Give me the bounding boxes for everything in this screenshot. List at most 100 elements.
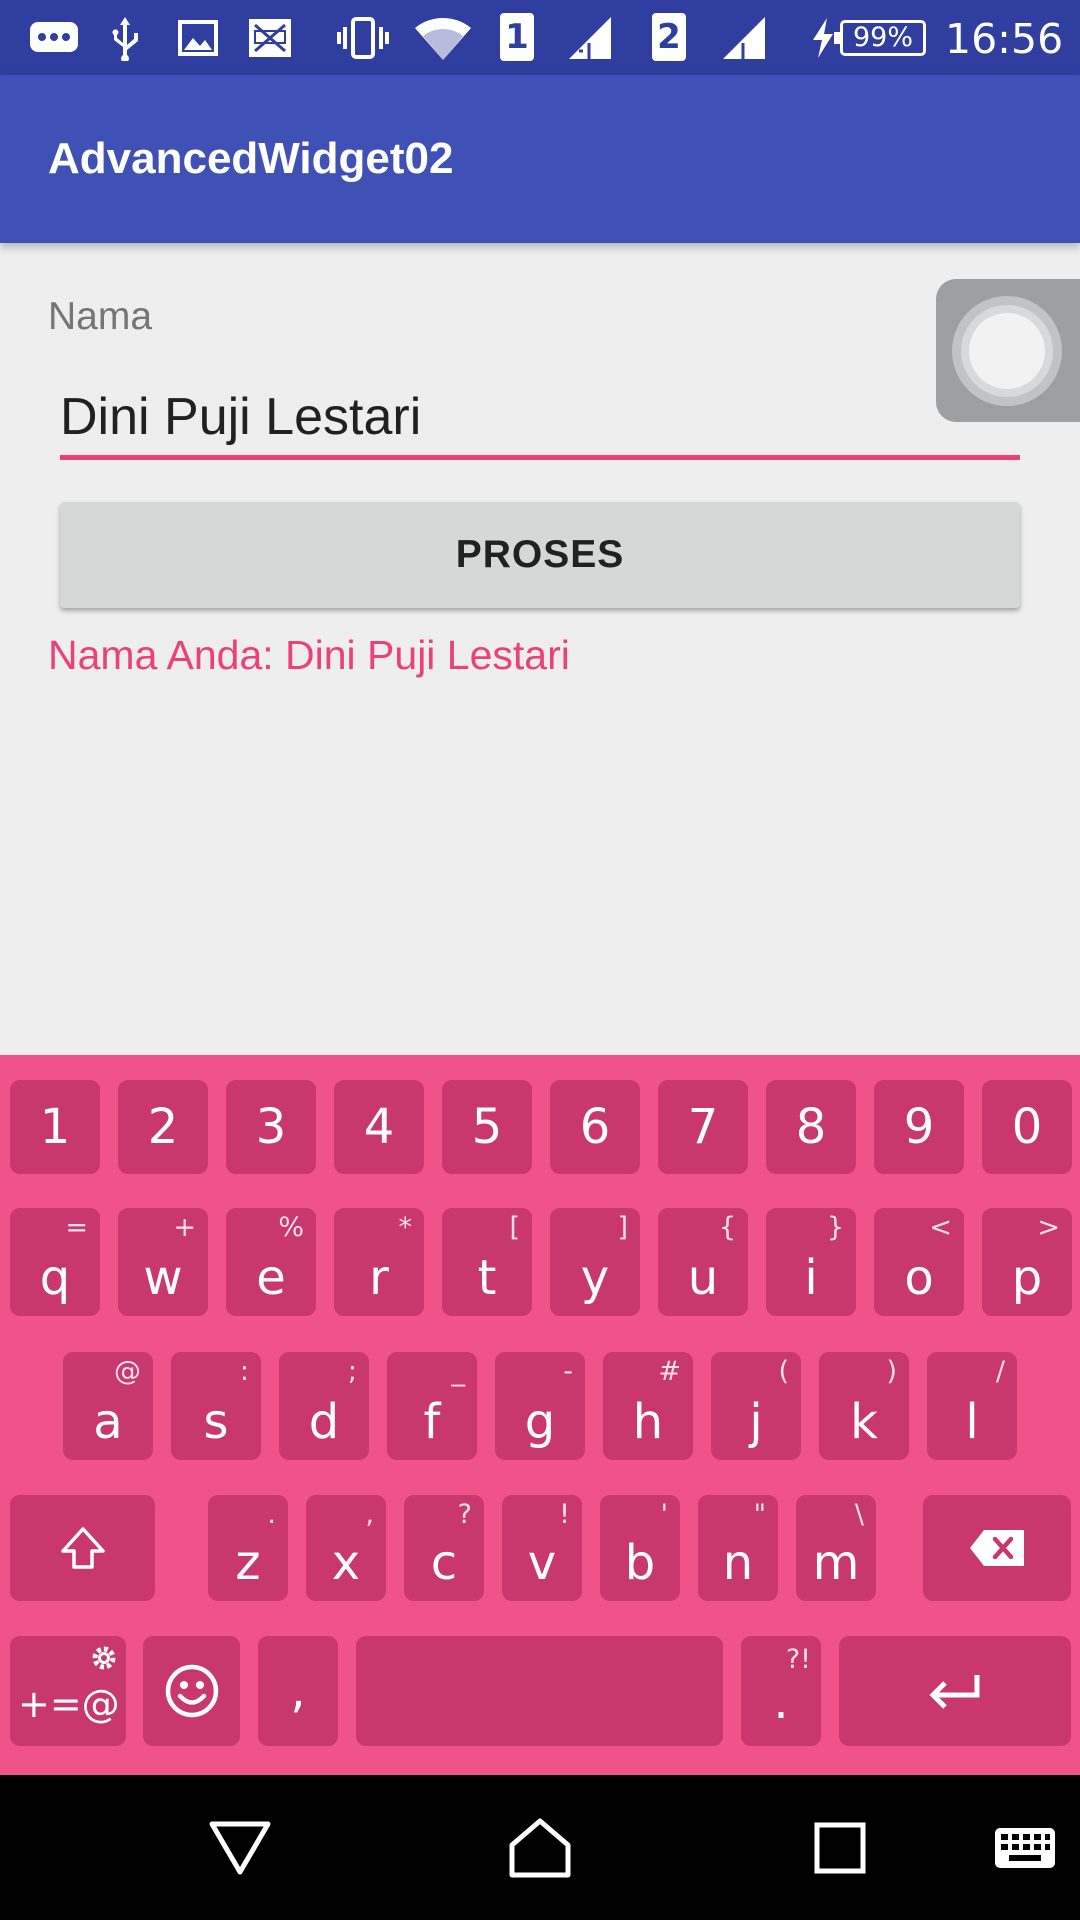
keyboard-switch-button[interactable]	[985, 1775, 1065, 1920]
period-key[interactable]: ?! .	[741, 1636, 821, 1746]
shift-icon	[60, 1527, 105, 1569]
clock: 16:56	[945, 15, 1064, 63]
navigation-bar	[0, 1775, 1080, 1920]
key-z[interactable]: .z	[208, 1495, 288, 1601]
key-9-label: 9	[903, 1099, 935, 1155]
keyboard-switch-icon	[995, 1827, 1055, 1868]
key-v[interactable]: ! v	[502, 1495, 582, 1601]
enter-key[interactable]	[839, 1636, 1071, 1746]
key-8-label: 8	[795, 1099, 827, 1155]
comma-key[interactable]: ,	[258, 1636, 338, 1746]
symbols-key-label: +=@	[18, 1682, 120, 1726]
key-q[interactable]: = q	[10, 1208, 100, 1316]
key-2[interactable]: 2	[118, 1080, 208, 1174]
key-8[interactable]: 8	[766, 1080, 856, 1174]
key-4[interactable]: 4	[334, 1080, 424, 1174]
key-6[interactable]: 6	[550, 1080, 640, 1174]
key-f[interactable]: _ f	[387, 1352, 477, 1460]
back-button[interactable]	[190, 1775, 290, 1920]
assistive-touch-button[interactable]	[936, 279, 1080, 422]
key-r[interactable]: * r	[334, 1208, 424, 1316]
settings-gear-icon	[92, 1646, 116, 1670]
shift-key[interactable]	[10, 1495, 155, 1601]
key-h-label: h	[632, 1394, 664, 1450]
proses-button[interactable]: PROSES	[60, 502, 1020, 608]
home-button[interactable]	[490, 1775, 590, 1920]
key-5[interactable]: 5	[442, 1080, 532, 1174]
key-v-label: v	[527, 1535, 557, 1591]
key-g-hint: -	[563, 1356, 573, 1387]
key-j[interactable]: (j	[711, 1352, 801, 1460]
key-h[interactable]: # h	[603, 1352, 693, 1460]
wifi-icon	[412, 0, 474, 75]
key-s-label: s	[203, 1394, 229, 1450]
key-y-hint: ]	[617, 1212, 628, 1243]
status-bar: 1 2 99% 16:56	[0, 0, 1080, 75]
image-icon	[176, 0, 220, 75]
key-7[interactable]: 7	[658, 1080, 748, 1174]
backspace-icon	[970, 1530, 1024, 1566]
key-t-label: t	[477, 1250, 497, 1306]
app-bar: AdvancedWidget02	[0, 75, 1080, 243]
key-e[interactable]: % e	[226, 1208, 316, 1316]
key-o[interactable]: < o	[874, 1208, 964, 1316]
key-n-hint: "	[753, 1499, 766, 1530]
key-k[interactable]: ) k	[819, 1352, 909, 1460]
screenshot-icon	[244, 0, 296, 75]
key-g[interactable]: -g	[495, 1352, 585, 1460]
key-n[interactable]: " n	[698, 1495, 778, 1601]
key-x-label: x	[331, 1535, 361, 1591]
enter-icon	[929, 1675, 980, 1709]
backspace-key[interactable]	[923, 1495, 1071, 1601]
key-l[interactable]: / l	[927, 1352, 1017, 1460]
key-p[interactable]: > p	[982, 1208, 1072, 1316]
usb-icon	[105, 0, 145, 75]
key-4-label: 4	[363, 1099, 395, 1155]
period-key-hint: ?!	[785, 1644, 811, 1675]
key-b[interactable]: ' b	[600, 1495, 680, 1601]
symbols-key[interactable]: +=@	[10, 1636, 126, 1746]
key-b-hint: '	[660, 1499, 668, 1530]
key-c[interactable]: ? c	[404, 1495, 484, 1601]
key-v-hint: !	[559, 1499, 570, 1530]
key-q-hint: =	[65, 1212, 88, 1243]
key-u-label: u	[687, 1250, 719, 1306]
key-w-hint: +	[173, 1212, 196, 1243]
home-icon	[509, 1818, 571, 1877]
key-p-label: p	[1011, 1250, 1043, 1306]
key-w[interactable]: + w	[118, 1208, 208, 1316]
key-0[interactable]: 0	[982, 1080, 1072, 1174]
key-d-label: d	[308, 1394, 340, 1450]
key-d[interactable]: ; d	[279, 1352, 369, 1460]
key-3[interactable]: 3	[226, 1080, 316, 1174]
key-d-hint: ;	[347, 1356, 357, 1387]
key-t[interactable]: [t	[442, 1208, 532, 1316]
sim1-badge: 1	[500, 13, 534, 61]
key-i[interactable]: } i	[766, 1208, 856, 1316]
space-key[interactable]	[356, 1636, 723, 1746]
assistive-touch-dot	[969, 313, 1045, 389]
key-e-hint: %	[278, 1212, 304, 1243]
key-f-hint: _	[451, 1356, 466, 1387]
name-input[interactable]	[60, 378, 1020, 460]
key-c-hint: ?	[457, 1499, 472, 1530]
key-s[interactable]: :s	[171, 1352, 261, 1460]
key-3-label: 3	[255, 1099, 287, 1155]
key-m[interactable]: \ m	[796, 1495, 876, 1601]
soft-keyboard: 1234567890 = q + w% e * r[t] y{u} i < o > p @ a: s; d _ f…	[0, 1055, 1080, 1775]
key-b-label: b	[624, 1535, 656, 1591]
key-x[interactable]: ,x	[306, 1495, 386, 1601]
key-w-label: w	[143, 1250, 183, 1306]
period-key-label: .	[773, 1674, 789, 1730]
key-a[interactable]: @ a	[63, 1352, 153, 1460]
vibrate-icon	[334, 0, 392, 75]
key-1[interactable]: 1	[10, 1080, 100, 1174]
recents-button[interactable]	[790, 1775, 890, 1920]
key-p-hint: >	[1037, 1212, 1060, 1243]
key-y[interactable]: ] y	[550, 1208, 640, 1316]
key-u[interactable]: {u	[658, 1208, 748, 1316]
key-9[interactable]: 9	[874, 1080, 964, 1174]
emoji-key[interactable]	[143, 1636, 240, 1746]
key-7-label: 7	[687, 1099, 719, 1155]
back-icon	[209, 1821, 271, 1874]
